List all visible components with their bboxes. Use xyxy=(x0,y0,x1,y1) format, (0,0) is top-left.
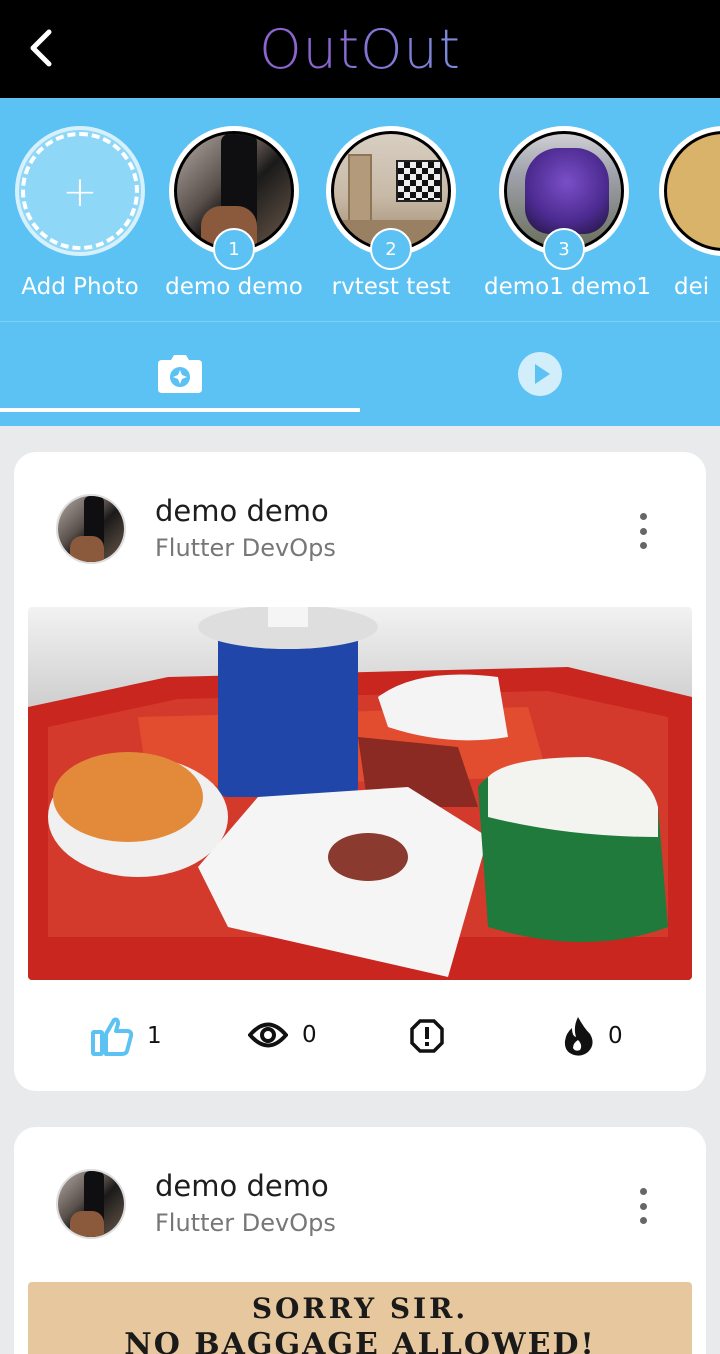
fire-count: 0 xyxy=(608,1023,623,1049)
stories-bar: + Add Photo 1 demo demo 2 rvtest test 3 … xyxy=(0,98,720,322)
fire-button[interactable]: 0 xyxy=(562,1016,623,1056)
sign-line-1: SORRY SIR. xyxy=(251,1292,469,1325)
active-tab-indicator xyxy=(0,408,360,412)
post-author-name[interactable]: demo demo xyxy=(155,1169,329,1203)
add-photo-story[interactable]: + Add Photo xyxy=(0,126,160,300)
story-badge: 2 xyxy=(370,228,412,270)
more-options-icon[interactable] xyxy=(636,513,650,549)
story-name: dei xyxy=(674,274,710,300)
post-card: demo demo Flutter DevOps 1 0 0 xyxy=(14,452,706,1091)
media-tabs xyxy=(0,322,720,426)
avatar[interactable] xyxy=(56,1169,126,1239)
post-author-name[interactable]: demo demo xyxy=(155,494,329,528)
views-count: 0 xyxy=(302,1022,317,1048)
tab-videos[interactable] xyxy=(360,322,720,426)
fire-icon xyxy=(564,1017,593,1056)
story-item[interactable]: 2 rvtest test xyxy=(311,126,471,300)
thumbs-up-icon xyxy=(91,1017,133,1056)
post-author-subtitle: Flutter DevOps xyxy=(155,534,336,562)
add-photo-label: Add Photo xyxy=(21,274,139,300)
app-bar: OutOut xyxy=(0,0,720,98)
story-name: rvtest test xyxy=(331,274,451,300)
story-item[interactable]: 3 demo1 demo1 xyxy=(484,126,652,300)
like-button[interactable]: 1 xyxy=(91,1016,162,1056)
story-item[interactable]: dei xyxy=(644,126,720,300)
camera-icon xyxy=(158,355,202,393)
story-badge: 3 xyxy=(543,228,585,270)
post-card: demo demo Flutter DevOps SORRY SIR. NO B… xyxy=(14,1127,706,1354)
more-options-icon[interactable] xyxy=(636,1188,650,1224)
story-avatar-ring xyxy=(659,126,720,256)
plus-icon: + xyxy=(21,132,139,250)
post-author-subtitle: Flutter DevOps xyxy=(155,1209,336,1237)
avatar[interactable] xyxy=(56,494,126,564)
story-avatar-ring: 1 xyxy=(169,126,299,270)
story-name: demo demo xyxy=(165,274,303,300)
post-image[interactable]: SORRY SIR. NO BAGGAGE ALLOWED! xyxy=(28,1282,692,1354)
add-photo-ring: + xyxy=(15,126,145,256)
play-icon xyxy=(518,352,562,396)
story-avatar-ring: 2 xyxy=(326,126,456,270)
views-stat: 0 xyxy=(248,1020,317,1050)
report-button[interactable] xyxy=(410,1019,444,1053)
report-icon xyxy=(410,1019,444,1053)
sign-line-2: NO BAGGAGE ALLOWED! xyxy=(124,1327,596,1354)
post-image[interactable] xyxy=(28,607,692,980)
story-badge: 1 xyxy=(213,228,255,270)
story-name: demo1 demo1 xyxy=(484,274,652,300)
story-item[interactable]: 1 demo demo xyxy=(154,126,314,300)
like-count: 1 xyxy=(147,1023,162,1049)
app-logo: OutOut xyxy=(0,18,720,81)
story-thumbnail xyxy=(664,131,720,251)
eye-icon xyxy=(248,1022,288,1048)
story-avatar-ring: 3 xyxy=(499,126,629,270)
